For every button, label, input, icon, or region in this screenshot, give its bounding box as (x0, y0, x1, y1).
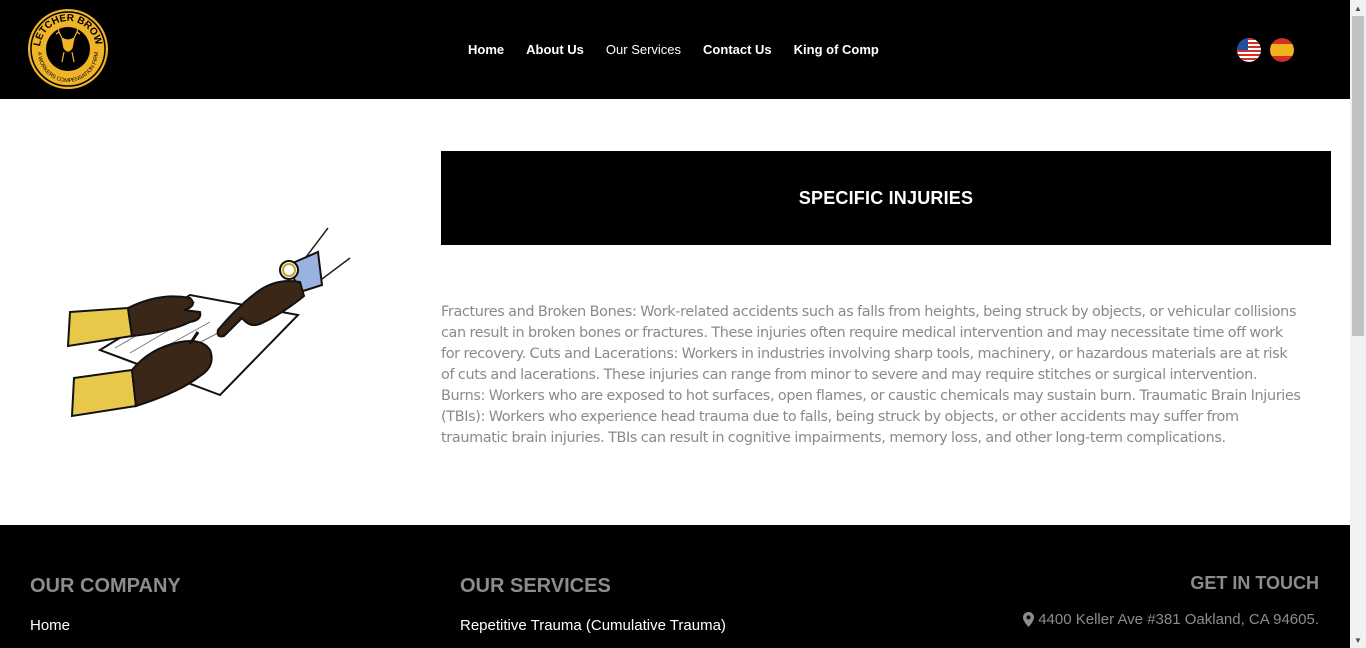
vertical-scrollbar[interactable]: ▲ ▼ (1350, 0, 1366, 648)
footer-link-repetitive-trauma[interactable]: Repetitive Trauma (Cumulative Trauma) (460, 617, 726, 634)
nav-king-of-comp[interactable]: King of Comp (794, 42, 879, 57)
scroll-up-arrow-icon[interactable]: ▲ (1350, 0, 1366, 16)
scroll-down-arrow-icon[interactable]: ▼ (1350, 632, 1366, 648)
site-header: FLETCHER BROWN A WORKERS COMPENSATION FI… (0, 0, 1350, 99)
footer-company-heading: OUR COMPANY (30, 575, 181, 597)
footer-link-home[interactable]: Home (30, 617, 70, 634)
page-title: SPECIFIC INJURIES (798, 187, 974, 208)
nav-contact-us[interactable]: Contact Us (703, 42, 772, 57)
scroll-thumb[interactable] (1352, 16, 1364, 336)
footer-address-text: 4400 Keller Ave #381 Oakland, CA 94605. (1038, 611, 1319, 628)
injuries-description: Fractures and Broken Bones: Work-related… (441, 304, 1301, 446)
footer-address: 4400 Keller Ave #381 Oakland, CA 94605. (1023, 611, 1319, 628)
nav-our-services[interactable]: Our Services (606, 42, 681, 57)
nav-home[interactable]: Home (468, 42, 504, 57)
language-switcher (1237, 38, 1294, 62)
map-pin-icon (1023, 612, 1035, 627)
signing-document-illustration (60, 220, 360, 430)
section-title-banner: SPECIFIC INJURIES (441, 151, 1331, 245)
spain-flag-icon[interactable] (1270, 38, 1294, 62)
site-footer: OUR COMPANY Home OUR SERVICES Repetitive… (0, 525, 1350, 648)
footer-contact-heading: GET IN TOUCH (1190, 573, 1319, 593)
us-flag-icon[interactable] (1237, 38, 1261, 62)
main-nav: Home About Us Our Services Contact Us Ki… (468, 42, 879, 57)
fletcher-brown-logo[interactable]: FLETCHER BROWN A WORKERS COMPENSATION FI… (22, 0, 110, 90)
footer-services-heading: OUR SERVICES (460, 575, 611, 597)
nav-about-us[interactable]: About Us (526, 42, 584, 57)
